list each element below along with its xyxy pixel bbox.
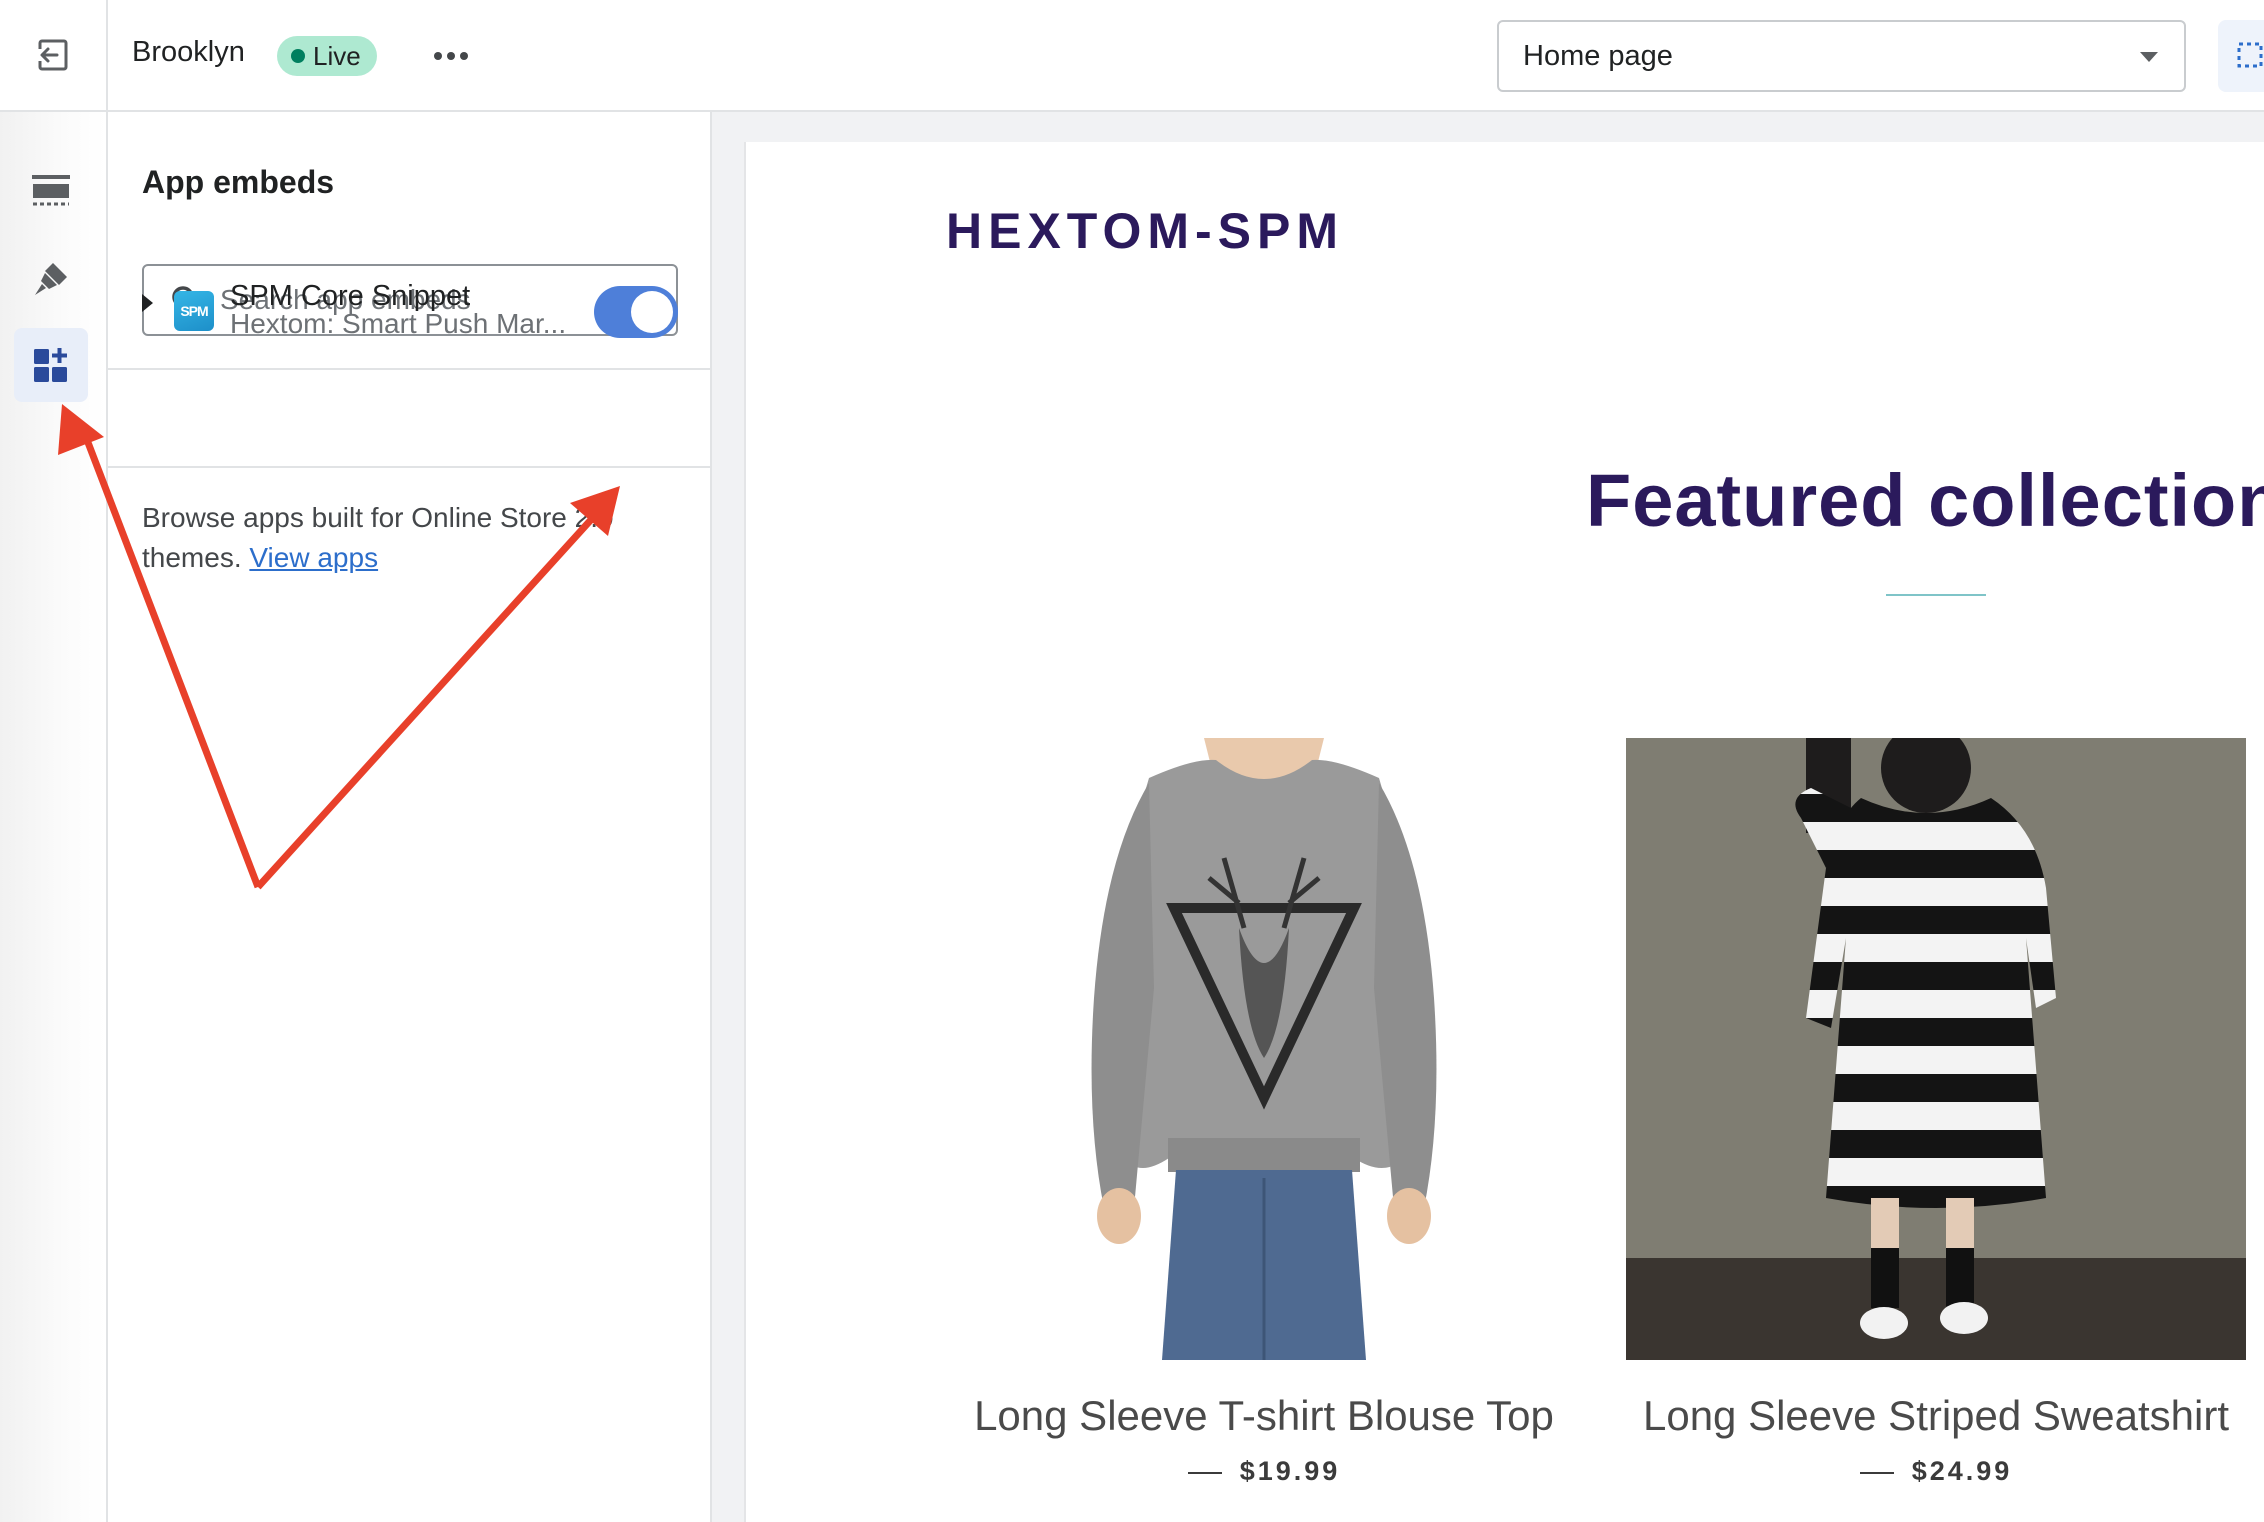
panel-title: App embeds xyxy=(142,164,335,200)
rail-item-sections[interactable] xyxy=(14,154,88,228)
sections-icon xyxy=(32,175,70,206)
product-title[interactable]: Long Sleeve Striped Sweatshirt xyxy=(1626,1392,2246,1440)
apps-icon xyxy=(34,348,67,382)
page-selector[interactable]: Home page xyxy=(1497,20,2186,92)
product-title[interactable]: Long Sleeve T-shirt Blouse Top xyxy=(954,1392,1574,1440)
more-actions-button[interactable] xyxy=(424,34,478,78)
chevron-down-icon xyxy=(2140,52,2158,62)
inspector-button[interactable] xyxy=(2218,20,2264,92)
rail-item-theme-settings[interactable] xyxy=(14,242,88,316)
app-embeds-panel: App embeds SPM SPM Core Snippet Hextom: … xyxy=(108,112,712,1522)
live-label: Live xyxy=(313,40,361,71)
price-dash xyxy=(1859,1471,1894,1474)
page-selector-value: Home page xyxy=(1523,39,1673,72)
view-apps-link[interactable]: View apps xyxy=(249,542,378,573)
exit-button[interactable] xyxy=(0,0,108,110)
heading-underline xyxy=(1886,594,1986,596)
app-embed-row xyxy=(108,370,710,510)
featured-collection-heading: Featured collection xyxy=(1586,459,2264,542)
sidebar-rail xyxy=(0,112,108,1522)
expand-arrow-icon[interactable] xyxy=(142,294,153,312)
store-logo[interactable]: HEXTOM-SPM xyxy=(946,202,1344,260)
embed-subtitle: Hextom: Smart Push Mar... xyxy=(230,308,567,339)
price-value: $24.99 xyxy=(1911,1456,2013,1486)
theme-name: Brooklyn xyxy=(132,36,245,68)
toggle-knob xyxy=(631,291,673,333)
price-dash xyxy=(1187,1471,1222,1474)
more-icon xyxy=(434,52,442,60)
inspector-icon xyxy=(2237,42,2263,68)
top-bar: Brooklyn Live Home page xyxy=(0,0,2264,112)
live-dot-icon xyxy=(291,49,305,63)
product-image-striped-dress[interactable] xyxy=(1626,738,2246,1360)
browse-apps-text: Browse apps built for Online Store 2.0 t… xyxy=(142,498,682,578)
product-price: $19.99 xyxy=(954,1456,1574,1487)
product-image-sweatshirt[interactable] xyxy=(954,738,1574,1360)
price-value: $19.99 xyxy=(1239,1456,1341,1486)
product-price: $24.99 xyxy=(1626,1456,2246,1487)
divider xyxy=(108,466,710,468)
embed-enabled-toggle[interactable] xyxy=(594,286,678,338)
brush-icon xyxy=(35,263,67,295)
app-logo-text: SPM xyxy=(180,303,208,319)
exit-icon xyxy=(38,39,68,71)
live-status-badge: Live xyxy=(277,36,377,76)
rail-item-app-embeds[interactable] xyxy=(14,328,88,402)
store-preview: HEXTOM-SPM Featured collection Long Slee… xyxy=(744,142,2264,1522)
spm-app-logo: SPM xyxy=(174,291,214,331)
